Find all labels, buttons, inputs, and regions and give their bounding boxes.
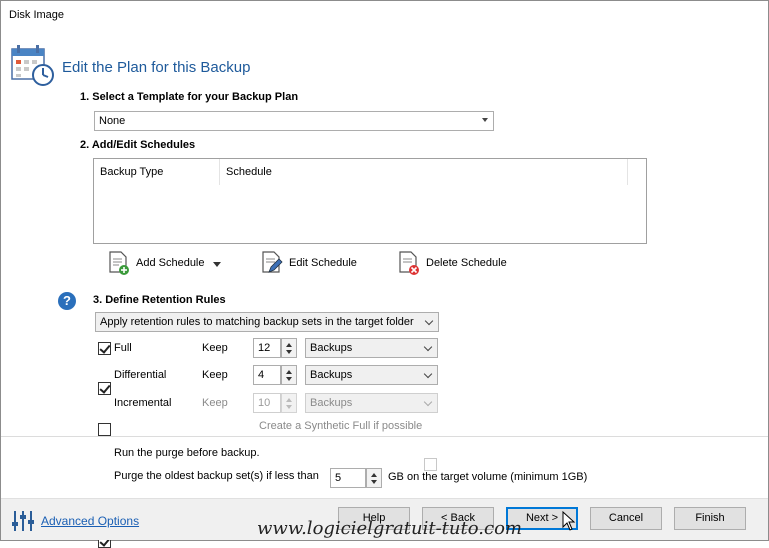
window-title: Disk Image — [9, 9, 65, 21]
template-select[interactable]: None — [94, 111, 494, 131]
retention-mode-select[interactable]: Apply retention rules to matching backup… — [95, 312, 439, 332]
advanced-options-link[interactable]: Advanced Options — [41, 514, 139, 528]
chevron-down-icon — [423, 342, 433, 352]
delete-document-icon — [399, 251, 419, 275]
finish-button[interactable]: Finish — [674, 507, 746, 530]
incremental-unit-value: Backups — [310, 397, 353, 409]
schedules-heading: 2. Add/Edit Schedules — [80, 139, 196, 151]
differential-unit-select[interactable]: Backups — [305, 365, 438, 385]
delete-schedule-label: Delete Schedule — [426, 257, 507, 269]
purge-min-gb-input[interactable]: 5 — [330, 468, 366, 488]
incremental-keep-input[interactable]: 10 — [253, 393, 281, 413]
synthetic-full-checkbox[interactable] — [424, 458, 437, 471]
section-divider — [1, 436, 768, 437]
chevron-down-icon — [423, 369, 433, 379]
edit-document-icon — [262, 251, 283, 273]
purge-min-gb-spinner[interactable] — [366, 468, 382, 488]
differential-label: Differential — [114, 369, 167, 381]
watermark-text: www.logicielgratuit-tuto.com — [257, 518, 522, 539]
incremental-checkbox[interactable] — [98, 423, 111, 436]
differential-keep-label: Keep — [202, 369, 228, 381]
template-heading: 1. Select a Template for your Backup Pla… — [80, 91, 299, 103]
add-document-icon — [109, 251, 129, 275]
run-purge-before-label: Run the purge before backup. — [114, 447, 260, 459]
incremental-keep-spinner[interactable] — [281, 393, 297, 413]
differential-keep-input[interactable]: 4 — [253, 365, 281, 385]
retention-heading: 3. Define Retention Rules — [93, 294, 226, 306]
chevron-down-icon — [423, 397, 433, 407]
page-title: Edit the Plan for this Backup — [62, 59, 251, 76]
differential-checkbox[interactable] — [98, 382, 111, 395]
differential-unit-value: Backups — [310, 369, 353, 381]
purge-min-gb-suffix: GB on the target volume (minimum 1GB) — [388, 471, 588, 483]
column-header-backup-type[interactable]: Backup Type — [94, 159, 220, 185]
template-select-value: None — [99, 115, 126, 127]
full-label: Full — [114, 342, 132, 354]
edit-schedule-label: Edit Schedule — [289, 257, 357, 269]
add-schedule-dropdown-icon[interactable] — [213, 262, 221, 267]
full-unit-value: Backups — [310, 342, 353, 354]
add-schedule-label: Add Schedule — [136, 257, 205, 269]
synthetic-full-label: Create a Synthetic Full if possible — [259, 420, 423, 432]
full-keep-input[interactable]: 12 — [253, 338, 281, 358]
full-keep-spinner[interactable] — [281, 338, 297, 358]
incremental-label: Incremental — [114, 397, 172, 409]
add-schedule-button[interactable]: Add Schedule — [108, 250, 205, 276]
full-checkbox[interactable] — [98, 342, 111, 355]
delete-schedule-button[interactable]: Delete Schedule — [398, 250, 507, 276]
purge-oldest-label: Purge the oldest backup set(s) if less t… — [114, 470, 319, 482]
calendar-clock-icon — [10, 43, 56, 87]
dropdown-arrow-icon — [482, 118, 488, 122]
incremental-keep-label: Keep — [202, 397, 228, 409]
cancel-button[interactable]: Cancel — [590, 507, 662, 530]
sliders-icon[interactable] — [11, 510, 35, 532]
help-icon[interactable]: ? — [58, 292, 76, 310]
differential-keep-spinner[interactable] — [281, 365, 297, 385]
mouse-cursor-icon — [562, 510, 576, 531]
full-keep-label: Keep — [202, 342, 228, 354]
chevron-down-icon — [424, 316, 434, 326]
schedules-table[interactable]: Backup Type Schedule — [93, 158, 647, 244]
incremental-unit-select[interactable]: Backups — [305, 393, 438, 413]
retention-mode-value: Apply retention rules to matching backup… — [100, 316, 414, 328]
column-header-schedule[interactable]: Schedule — [220, 159, 628, 185]
full-unit-select[interactable]: Backups — [305, 338, 438, 358]
edit-schedule-button[interactable]: Edit Schedule — [261, 250, 357, 276]
